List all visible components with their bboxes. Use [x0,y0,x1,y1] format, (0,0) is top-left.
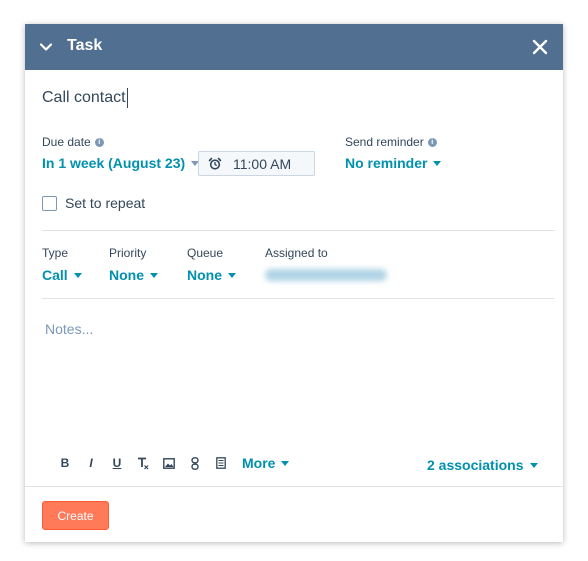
caret-down-icon [150,272,158,278]
queue-value: None [187,267,222,283]
caret-down-icon [73,272,82,278]
document-icon [216,457,226,469]
bold-button[interactable]: B [52,454,78,472]
footer-divider [25,486,563,487]
due-date-label: Due date i [42,135,104,149]
divider [42,230,555,231]
queue-label: Queue [187,246,224,260]
insert-image-button[interactable] [156,454,182,472]
chevron-down-icon[interactable] [39,40,53,54]
assignee-dropdown-redacted[interactable] [265,269,387,281]
panel-title: Task [67,37,103,54]
due-date-value: In 1 week (August 23) [42,155,186,171]
insert-link-button[interactable] [182,454,208,472]
associations-dropdown[interactable]: 2 associations [427,457,538,473]
due-time-input[interactable]: 11:00 AM [198,151,315,176]
italic-button[interactable]: I [78,454,104,472]
link-icon [191,456,199,470]
caret-down-icon [433,160,442,166]
clear-format-button[interactable] [130,454,156,472]
info-icon: i [94,137,104,147]
underline-button[interactable]: U [104,454,130,472]
type-dropdown[interactable]: Call [42,267,82,283]
due-time-value: 11:00 AM [233,155,292,172]
due-date-dropdown[interactable]: In 1 week (August 23) [42,155,200,171]
priority-label: Priority [109,246,147,260]
assigned-to-label: Assigned to [265,246,328,260]
type-value: Call [42,267,68,283]
priority-dropdown[interactable]: None [109,267,158,283]
clear-format-icon [138,457,149,469]
more-label: More [242,455,276,471]
reminder-value: No reminder [345,155,428,171]
create-button[interactable]: Create [42,501,109,530]
notes-editor[interactable]: Notes... [45,321,93,337]
queue-dropdown[interactable]: None [187,267,236,283]
send-reminder-label: Send reminder i [345,135,437,149]
close-icon[interactable] [531,38,549,56]
task-title-input[interactable]: Call contact [42,88,128,108]
repeat-label: Set to repeat [65,195,146,211]
type-label: Type [42,246,69,260]
reminder-dropdown[interactable]: No reminder [345,155,442,171]
task-header: Task [25,24,563,70]
rich-text-toolbar: B I U More [52,454,290,472]
repeat-checkbox[interactable] [42,195,57,211]
priority-value: None [109,267,144,283]
task-panel: Task Call contact Due date i In 1 week (… [25,24,563,542]
caret-down-icon [228,272,236,278]
caret-down-icon [529,462,538,468]
due-date-label-text: Due date [42,135,91,149]
image-icon [163,457,175,469]
caret-down-icon [281,460,290,466]
divider [42,298,555,299]
alarm-clock-icon [208,157,222,170]
repeat-row[interactable]: Set to repeat [42,195,145,211]
more-dropdown[interactable]: More [242,455,290,471]
send-reminder-label-text: Send reminder [345,135,424,149]
info-icon: i [427,137,437,147]
associations-label: 2 associations [427,457,524,473]
insert-snippet-button[interactable] [208,454,234,472]
